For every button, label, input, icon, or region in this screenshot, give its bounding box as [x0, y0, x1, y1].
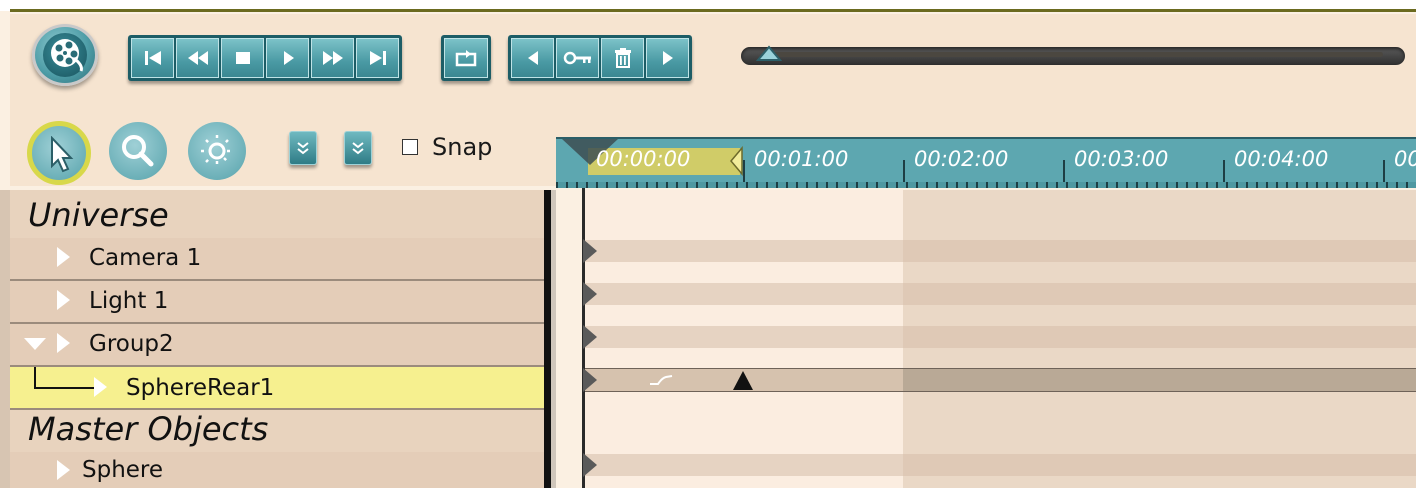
tree-item-light-1[interactable]: Light 1 — [10, 281, 544, 324]
track-row-sphererear1-out-of-range — [903, 368, 1416, 392]
track-start-marker — [583, 453, 597, 477]
play-button[interactable] — [266, 38, 309, 78]
ruler-major-tick — [903, 160, 905, 182]
time-slider-groove — [763, 52, 1383, 57]
tree-item-sphere[interactable]: Sphere — [10, 452, 544, 488]
magnifier-icon — [122, 135, 154, 167]
key-icon — [563, 51, 591, 65]
loop-control — [441, 35, 491, 81]
double-chevron-down-icon — [352, 142, 364, 155]
keyframe-marker[interactable] — [730, 368, 756, 392]
ruler-label: 00:01:00 — [754, 147, 849, 171]
track-row-sphere[interactable] — [583, 454, 1416, 476]
expand-arrow-icon[interactable] — [57, 247, 70, 267]
tree-item-label: Group2 — [89, 331, 174, 357]
tree-item-group2[interactable]: Group2 — [10, 324, 544, 367]
fast-forward-button[interactable] — [311, 38, 354, 78]
expand-arrow-icon[interactable] — [57, 333, 70, 353]
track-start-marker — [583, 325, 597, 349]
motion-curve-icon — [650, 375, 673, 385]
scene-tree: Universe Camera 1 Light 1 Group2 SphereR… — [10, 190, 544, 488]
ruler-major-tick — [1383, 160, 1385, 182]
tree-section-master-objects[interactable]: Master Objects — [10, 410, 544, 454]
first-frame-button[interactable] — [131, 38, 174, 78]
window-top-border — [0, 0, 1416, 12]
panel-divider-edge — [551, 190, 556, 488]
fast-forward-icon — [322, 51, 343, 65]
ruler-label: 00:02:00 — [914, 147, 1009, 171]
tree-item-sphererear1[interactable]: SphereRear1 — [10, 367, 544, 410]
ruler-label: 00:04:00 — [1234, 147, 1329, 171]
panel-edge — [0, 190, 10, 488]
time-slider-thumb[interactable] — [754, 44, 784, 64]
delete-key-button[interactable] — [601, 38, 644, 78]
tree-item-label: Sphere — [82, 457, 164, 483]
key-button[interactable] — [556, 38, 599, 78]
previous-key-button[interactable] — [511, 38, 554, 78]
expand-arrow-icon[interactable] — [94, 377, 107, 397]
film-reel-icon — [43, 33, 87, 77]
track-row-light-1[interactable] — [583, 283, 1416, 305]
track-row-group2[interactable] — [583, 326, 1416, 348]
expand-arrow-icon[interactable] — [57, 290, 70, 310]
track-start-marker — [583, 282, 597, 306]
snap-label: Snap — [432, 133, 493, 161]
ruler-major-tick — [1223, 160, 1225, 182]
tree-item-label: Camera 1 — [89, 245, 202, 271]
expand-dropdown-1[interactable] — [289, 131, 317, 165]
zoom-tool-button[interactable] — [109, 122, 167, 180]
ruler-label: 00:03:00 — [1074, 147, 1169, 171]
stop-icon — [235, 52, 250, 64]
film-reel-button[interactable] — [32, 24, 98, 86]
ruler-major-tick — [1063, 160, 1065, 182]
track-start-marker — [583, 368, 597, 392]
ruler-label: 00:00:00 — [596, 147, 691, 171]
expand-dropdown-2[interactable] — [344, 131, 372, 165]
expand-arrow-icon[interactable] — [57, 460, 70, 480]
section-label: Master Objects — [28, 410, 269, 448]
select-tool-button[interactable] — [27, 121, 91, 185]
trash-icon — [614, 48, 631, 68]
loop-icon — [455, 50, 477, 67]
section-label: Universe — [28, 196, 169, 234]
keyframe-controls — [508, 35, 692, 81]
rewind-icon — [187, 51, 208, 65]
light-tool-button[interactable] — [188, 122, 246, 180]
last-frame-icon — [369, 51, 386, 65]
loop-button[interactable] — [444, 38, 488, 78]
snap-checkbox[interactable] — [402, 139, 418, 155]
tree-item-label: SphereRear1 — [126, 375, 275, 401]
track-row-camera-1[interactable] — [583, 240, 1416, 262]
tree-item-label: Light 1 — [89, 288, 169, 314]
arrow-cursor-icon — [51, 136, 74, 173]
next-key-button[interactable] — [646, 38, 689, 78]
track-start-marker — [583, 239, 597, 263]
light-bulb-icon — [201, 135, 233, 167]
double-chevron-down-icon — [297, 142, 309, 155]
first-frame-icon — [144, 51, 161, 65]
previous-key-icon — [527, 51, 538, 65]
tree-connector-line — [34, 367, 100, 389]
play-icon — [283, 51, 294, 65]
tree-item-camera-1[interactable]: Camera 1 — [10, 238, 544, 281]
ruler-major-tick — [743, 160, 745, 182]
ruler-label: 00 — [1394, 147, 1416, 171]
timeline-ruler-ticks — [556, 182, 1416, 188]
transport-controls — [128, 35, 402, 81]
time-slider[interactable] — [741, 47, 1405, 65]
last-frame-button[interactable] — [356, 38, 399, 78]
rewind-button[interactable] — [176, 38, 219, 78]
stop-button[interactable] — [221, 38, 264, 78]
next-key-icon — [662, 51, 673, 65]
tree-section-universe[interactable]: Universe — [10, 190, 544, 238]
collapse-arrow-icon[interactable] — [24, 338, 46, 350]
